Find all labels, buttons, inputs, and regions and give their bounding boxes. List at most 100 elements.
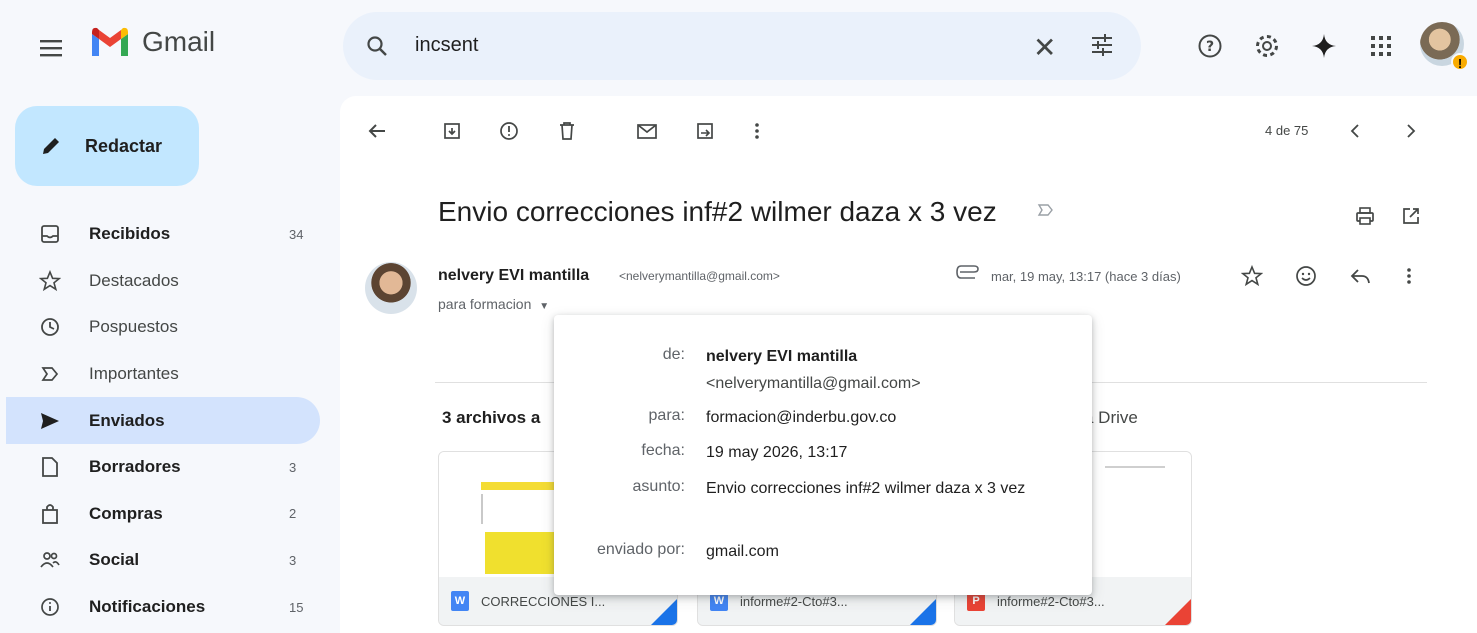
- help-icon[interactable]: ?: [1192, 28, 1228, 64]
- delete-icon[interactable]: [552, 116, 582, 146]
- apps-grid-icon[interactable]: [1363, 28, 1399, 64]
- search-bar[interactable]: incsent ✕: [343, 12, 1141, 80]
- gemini-icon[interactable]: [1306, 28, 1342, 64]
- sidebar-item-label: Borradores: [89, 457, 181, 477]
- app-name: Gmail: [142, 26, 216, 57]
- search-options-icon[interactable]: [1089, 32, 1115, 58]
- sidebar-item-label: Destacados: [89, 270, 179, 290]
- emoji-reaction-icon[interactable]: [1290, 260, 1322, 292]
- detail-date: 19 may 2026, 13:17: [706, 444, 848, 461]
- unread-count: 34: [289, 226, 304, 242]
- settings-icon[interactable]: [1249, 28, 1285, 64]
- pencil-icon: [39, 134, 63, 158]
- sidebar-item-label: Recibidos: [89, 224, 171, 244]
- older-chevron-icon[interactable]: [1396, 116, 1426, 146]
- sender-name[interactable]: nelvery EVI mantilla: [438, 267, 589, 285]
- chevron-down-icon: ▼: [539, 301, 550, 312]
- mark-unread-icon[interactable]: [632, 116, 662, 146]
- recipient-toggle[interactable]: para formacion ▼: [438, 296, 549, 312]
- print-icon[interactable]: [1349, 200, 1381, 232]
- inbox-icon: [38, 222, 62, 246]
- more-options-icon[interactable]: [1393, 260, 1425, 292]
- gmail-logo[interactable]: Gmail: [90, 26, 215, 58]
- sidebar-item-pospuestos[interactable]: Pospuestos: [6, 304, 320, 351]
- star-icon[interactable]: [1236, 260, 1268, 292]
- sidebar-nav: Recibidos 34 Destacados Pospuestos Impor…: [6, 211, 320, 630]
- sidebar-item-importantes[interactable]: Importantes: [6, 351, 320, 398]
- detail-sender-email: <nelverymantilla@gmail.com>: [706, 375, 921, 392]
- newer-chevron-icon[interactable]: [1340, 116, 1370, 146]
- report-spam-icon[interactable]: [494, 116, 524, 146]
- clock-icon: [38, 315, 62, 339]
- detail-label: asunto:: [632, 478, 685, 495]
- sender-email: <nelverymantilla@gmail.com>: [619, 269, 780, 283]
- more-options-icon[interactable]: [742, 116, 772, 146]
- sidebar-item-notificaciones[interactable]: Notificaciones 15: [6, 584, 320, 631]
- compose-label: Redactar: [85, 135, 163, 156]
- gmail-m-icon: [92, 27, 128, 56]
- archive-icon[interactable]: [437, 116, 467, 146]
- sidebar-item-enviados[interactable]: Enviados: [6, 397, 320, 444]
- main-menu-icon[interactable]: [38, 34, 66, 62]
- sidebar-item-destacados[interactable]: Destacados: [6, 258, 320, 305]
- doc-corner-mark: [910, 599, 936, 625]
- recipient-label: para formacion: [438, 296, 532, 312]
- open-in-new-window-icon[interactable]: [1395, 200, 1427, 232]
- reply-icon[interactable]: [1344, 260, 1376, 292]
- shopping-icon: [38, 502, 62, 526]
- move-to-icon[interactable]: [690, 116, 720, 146]
- detail-label: de:: [662, 346, 685, 363]
- item-count: 3: [289, 459, 297, 475]
- gmail-window: Gmail incsent ✕ ? ! Redactar Recibidos 3…: [0, 0, 1477, 633]
- sidebar-item-label: Notificaciones: [89, 597, 206, 617]
- detail-label: para:: [648, 407, 685, 424]
- detail-label: enviado por:: [596, 541, 685, 558]
- attachment-name: informe#2-Cto#3...: [997, 593, 1105, 609]
- attachments-title: 3 archivos a: [442, 408, 541, 427]
- search-input[interactable]: incsent: [415, 34, 478, 57]
- doc-corner-mark: [1165, 599, 1191, 625]
- sender-avatar[interactable]: [365, 262, 417, 314]
- top-actions: ?: [1192, 28, 1399, 64]
- sidebar-item-label: Importantes: [89, 364, 179, 384]
- attachment-name: informe#2-Cto#3...: [740, 593, 848, 609]
- svg-text:?: ?: [1206, 39, 1214, 55]
- sidebar-item-label: Enviados: [89, 410, 165, 430]
- detail-recipient: formacion@inderbu.gov.co: [706, 409, 897, 426]
- detail-subject: Envio correcciones inf#2 wilmer daza x 3…: [706, 480, 1026, 497]
- sidebar-item-recibidos[interactable]: Recibidos 34: [6, 211, 320, 258]
- doc-corner-mark: [651, 599, 677, 625]
- important-icon: [38, 362, 62, 386]
- search-icon[interactable]: [365, 34, 389, 58]
- sidebar-item-label: Compras: [89, 503, 163, 523]
- attachment-name: CORRECCIONES I...: [481, 593, 606, 609]
- sidebar-item-social[interactable]: Social 3: [6, 537, 320, 584]
- detail-sender-name[interactable]: nelvery EVI mantilla: [706, 342, 1066, 371]
- star-icon: [38, 269, 62, 293]
- message-date: mar, 19 may, 13:17 (hace 3 días): [991, 269, 1181, 284]
- sidebar-item-label: Social: [89, 550, 140, 570]
- clear-search-icon[interactable]: ✕: [1033, 31, 1056, 64]
- back-arrow-icon[interactable]: [362, 116, 392, 146]
- sidebar-item-label: Pospuestos: [89, 317, 178, 337]
- account-warning-icon: !: [1451, 53, 1469, 71]
- item-count: 15: [289, 599, 304, 615]
- detail-mailed-by: gmail.com: [706, 543, 779, 560]
- item-count: 3: [289, 552, 297, 568]
- sidebar-item-compras[interactable]: Compras 2: [6, 491, 320, 538]
- send-icon: [38, 409, 62, 433]
- item-count: 2: [289, 506, 297, 522]
- draft-icon: [38, 455, 62, 479]
- attachment-clip-icon: [956, 265, 980, 279]
- compose-button[interactable]: Redactar: [15, 106, 199, 186]
- info-icon: [38, 595, 62, 619]
- people-icon: [38, 548, 62, 572]
- message-subject: Envio correcciones inf#2 wilmer daza x 3…: [438, 196, 997, 227]
- add-to-drive-text[interactable]: a Drive: [1084, 408, 1138, 428]
- important-marker-icon[interactable]: [1037, 202, 1055, 218]
- sender-details-popup: de: nelvery EVI mantilla <nelverymantill…: [554, 315, 1092, 595]
- pager-text: 4 de 75: [1265, 123, 1309, 138]
- word-file-icon: W: [451, 591, 469, 611]
- detail-label: fecha:: [641, 442, 685, 459]
- sidebar-item-borradores[interactable]: Borradores 3: [6, 444, 320, 491]
